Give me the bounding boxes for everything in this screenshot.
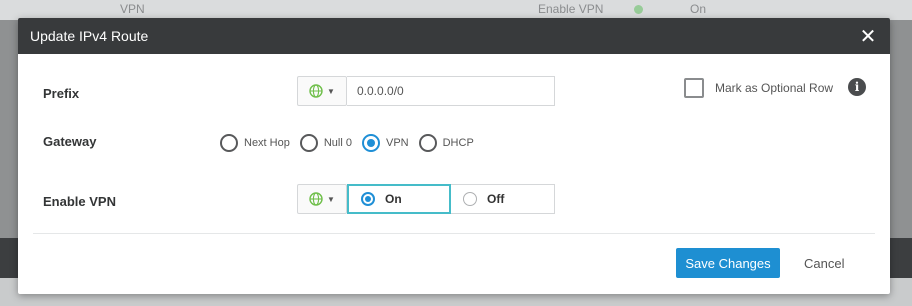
save-changes-button[interactable]: Save Changes (676, 248, 780, 278)
prefix-label: Prefix (43, 86, 80, 101)
radio-dot (365, 196, 371, 202)
enable-vpn-on-label: On (385, 192, 402, 206)
radio-button-selected (361, 192, 375, 206)
optional-row-label: Mark as Optional Row (715, 81, 834, 95)
caret-down-icon: ▼ (327, 86, 335, 96)
radio-button[interactable] (220, 134, 238, 152)
prefix-scope-dropdown[interactable]: ▼ (297, 76, 347, 106)
modal-header: Update IPv4 Route ✕ (18, 18, 890, 54)
close-icon[interactable]: ✕ (858, 26, 878, 48)
enable-vpn-on-button[interactable]: On (347, 184, 451, 214)
modal-title: Update IPv4 Route (30, 28, 149, 44)
enable-vpn-off-button[interactable]: Off (451, 184, 555, 214)
globe-icon (309, 84, 323, 98)
gateway-option-vpn[interactable]: VPN (361, 134, 409, 152)
radio-button (463, 192, 477, 206)
gateway-option-null0[interactable]: Null 0 (299, 134, 352, 152)
radio-dot (366, 139, 375, 147)
update-route-modal: Update IPv4 Route ✕ Prefix ▼ 0.0.0.0/0 M… (18, 18, 890, 294)
background-enable-vpn-text: Enable VPN (538, 2, 604, 16)
footer-divider (33, 233, 875, 234)
gateway-label: Gateway (43, 134, 97, 149)
radio-button-selected[interactable] (361, 134, 380, 152)
prefix-input[interactable]: 0.0.0.0/0 (347, 76, 555, 106)
gateway-option-dhcp[interactable]: DHCP (418, 134, 474, 152)
gateway-radio-group: Next Hop Null 0 VPN DHCP (220, 134, 484, 152)
gateway-option-label: Next Hop (244, 137, 290, 149)
enable-vpn-scope-dropdown[interactable]: ▼ (297, 184, 347, 214)
radio-button[interactable] (418, 134, 437, 152)
radio-button[interactable] (299, 134, 318, 152)
enable-vpn-off-label: Off (487, 192, 505, 206)
gateway-option-label: Null 0 (323, 137, 352, 149)
globe-icon (309, 192, 323, 206)
enable-vpn-label: Enable VPN (43, 194, 116, 209)
optional-row-checkbox[interactable] (684, 78, 704, 98)
gateway-option-label: VPN (385, 137, 409, 149)
info-icon[interactable]: i (848, 78, 866, 96)
gateway-option-next-hop[interactable]: Next Hop (220, 134, 290, 152)
background-status-dot (634, 5, 643, 14)
gateway-option-label: DHCP (442, 137, 474, 149)
background-on-text: On (690, 2, 707, 16)
background-vpn-text: VPN (120, 2, 145, 16)
caret-down-icon: ▼ (327, 194, 335, 204)
cancel-button[interactable]: Cancel (804, 248, 844, 278)
